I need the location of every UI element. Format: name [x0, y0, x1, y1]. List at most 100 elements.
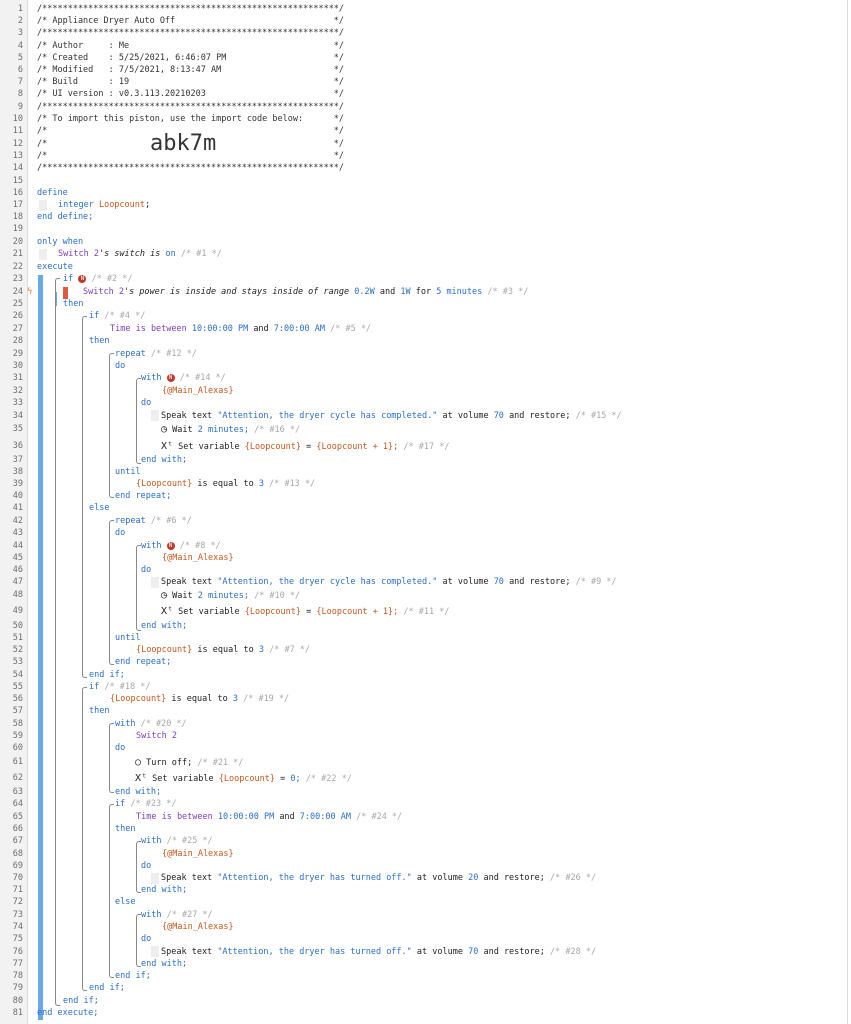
speak-statement[interactable]: Speak text "Attention, the dryer has tur… — [161, 947, 596, 957]
wait-statement[interactable]: ◷ Wait 2 minutes; /* #10 */ — [161, 590, 300, 601]
header-comment-line: /* Created : 5/25/2021, 6:46:07 PM */ — [37, 53, 345, 63]
end-repeat: end repeat; — [115, 491, 172, 501]
line-number: 20 — [12, 237, 23, 247]
statement-handle — [151, 946, 159, 957]
if-statement[interactable]: if /* #18 */ — [89, 682, 150, 692]
wait-statement[interactable]: ◷ Wait 2 minutes; /* #16 */ — [161, 424, 300, 435]
line-number: 51 — [12, 633, 23, 643]
power-condition[interactable]: Switch 2's power is inside and stays ins… — [83, 287, 528, 297]
speak-statement[interactable]: Speak text "Attention, the dryer cycle h… — [161, 411, 622, 421]
line-number: 28 — [12, 336, 23, 346]
with-statement[interactable]: with /* #20 */ — [115, 719, 187, 729]
line-number: 18 — [12, 212, 23, 222]
repeat-statement[interactable]: repeat /* #6 */ — [115, 516, 192, 526]
line-number: 60 — [12, 743, 23, 753]
line-number: 6 — [17, 65, 23, 75]
until-condition[interactable]: {Loopcount} is equal to 3 /* #7 */ — [136, 645, 310, 655]
if-statement[interactable]: if /* #4 */ — [89, 311, 145, 321]
line-number: 64 — [12, 799, 23, 809]
condition-badge-icon: N — [166, 541, 175, 550]
condition-badge-icon: N — [166, 373, 175, 382]
repeat-statement[interactable]: repeat /* #12 */ — [115, 349, 197, 359]
import-code[interactable]: abk7m — [150, 131, 216, 156]
time-condition[interactable]: Time is between 10:00:00 PM and 7:00:00 … — [110, 324, 371, 334]
repeat-bracket — [109, 520, 114, 665]
until-condition[interactable]: {Loopcount} is equal to 3 /* #13 */ — [136, 479, 315, 489]
with-statement[interactable]: with N /* #14 */ — [141, 373, 226, 383]
line-number: 49 — [12, 606, 23, 616]
line-number: 58 — [12, 719, 23, 729]
end-if: end if; — [63, 996, 99, 1006]
then-keyword: then — [63, 299, 84, 309]
line-number: 30 — [12, 361, 23, 371]
else-keyword: else — [89, 503, 110, 513]
line-number: 2 — [17, 16, 23, 26]
line-number: 65 — [12, 812, 23, 822]
line-number: 9 — [17, 102, 23, 112]
then-keyword: then — [89, 336, 110, 346]
then-keyword: then — [89, 706, 110, 716]
execute-rail — [38, 275, 43, 1020]
device-alexas[interactable]: {@Main_Alexas} — [162, 553, 234, 563]
speak-statement[interactable]: Speak text "Attention, the dryer cycle h… — [161, 577, 617, 587]
if-statement[interactable]: if /* #23 */ — [115, 799, 176, 809]
line-number: 25 — [12, 299, 23, 309]
line-number: 26 — [12, 311, 23, 321]
line-number: 46 — [12, 565, 23, 575]
line-number: 75 — [12, 934, 23, 944]
line-number: 70 — [12, 873, 23, 883]
end-with: end with; — [141, 455, 188, 465]
line-number: 21 — [12, 249, 23, 259]
line-number: 4 — [17, 41, 23, 51]
only-when-condition[interactable]: Switch 2's switch is on /* #1 */ — [58, 249, 222, 259]
line-number: 31 — [12, 373, 23, 383]
device-switch2[interactable]: Switch 2 — [136, 731, 177, 741]
end-with: end with; — [141, 959, 188, 969]
power-icon: ○ — [135, 757, 142, 768]
execute-keyword: execute — [37, 262, 73, 272]
end-define: end define; — [37, 212, 94, 222]
with-statement[interactable]: with /* #25 */ — [141, 836, 213, 846]
device-alexas[interactable]: {@Main_Alexas} — [162, 849, 234, 859]
line-number: 39 — [12, 479, 23, 489]
with-statement[interactable]: with N /* #8 */ — [141, 541, 221, 551]
header-comment-line: /* Appliance Dryer Auto Off */ — [37, 16, 345, 26]
turn-off-statement[interactable]: ○ Turn off; /* #21 */ — [135, 757, 243, 768]
loopcount-condition[interactable]: {Loopcount} is equal to 3 /* #19 */ — [110, 694, 289, 704]
do-keyword: do — [141, 934, 152, 944]
do-keyword: do — [115, 528, 126, 538]
set-variable-statement[interactable]: Xᵗ Set variable {Loopcount} = {Loopcount… — [161, 606, 449, 617]
with-bracket — [109, 723, 114, 793]
line-number: 14 — [12, 163, 23, 173]
line-number: 40 — [12, 491, 23, 501]
line-number: 44 — [12, 541, 23, 551]
statement-handle — [39, 200, 47, 211]
statement-handle — [151, 577, 159, 588]
with-statement[interactable]: with /* #27 */ — [141, 910, 213, 920]
set-variable-statement[interactable]: Xᵗ Set variable {Loopcount} = {Loopcount… — [161, 441, 449, 452]
do-keyword: do — [115, 361, 126, 371]
header-comment-line: /***************************************… — [37, 102, 345, 112]
device-alexas[interactable]: {@Main_Alexas} — [162, 922, 234, 932]
line-number: 15 — [12, 176, 23, 186]
line-number: 23 — [12, 274, 23, 284]
define-statement[interactable]: integer Loopcount; — [58, 200, 150, 210]
line-number: 80 — [12, 996, 23, 1006]
else-keyword: else — [115, 897, 136, 907]
line-number: 50 — [12, 621, 23, 631]
device-alexas[interactable]: {@Main_Alexas} — [162, 386, 234, 396]
line-number: 12 — [12, 139, 23, 149]
if-bracket — [82, 316, 87, 678]
until-keyword: until — [115, 467, 141, 477]
line-number: 56 — [12, 694, 23, 704]
set-variable-statement[interactable]: Xᵗ Set variable {Loopcount} = 0; /* #22 … — [135, 773, 352, 784]
repeat-bracket — [109, 353, 114, 498]
time-condition[interactable]: Time is between 10:00:00 PM and 7:00:00 … — [136, 812, 402, 822]
then-keyword: then — [115, 824, 136, 834]
speak-statement[interactable]: Speak text "Attention, the dryer has tur… — [161, 873, 596, 883]
line-number: 52 — [12, 645, 23, 655]
header-comment-line: /* Modified : 7/5/2021, 8:13:47 AM */ — [37, 65, 345, 75]
if-statement[interactable]: if N /* #2 */ — [63, 274, 132, 284]
with-bracket — [136, 545, 141, 631]
header-comment-line: /* To import this piston, use the import… — [37, 114, 345, 124]
